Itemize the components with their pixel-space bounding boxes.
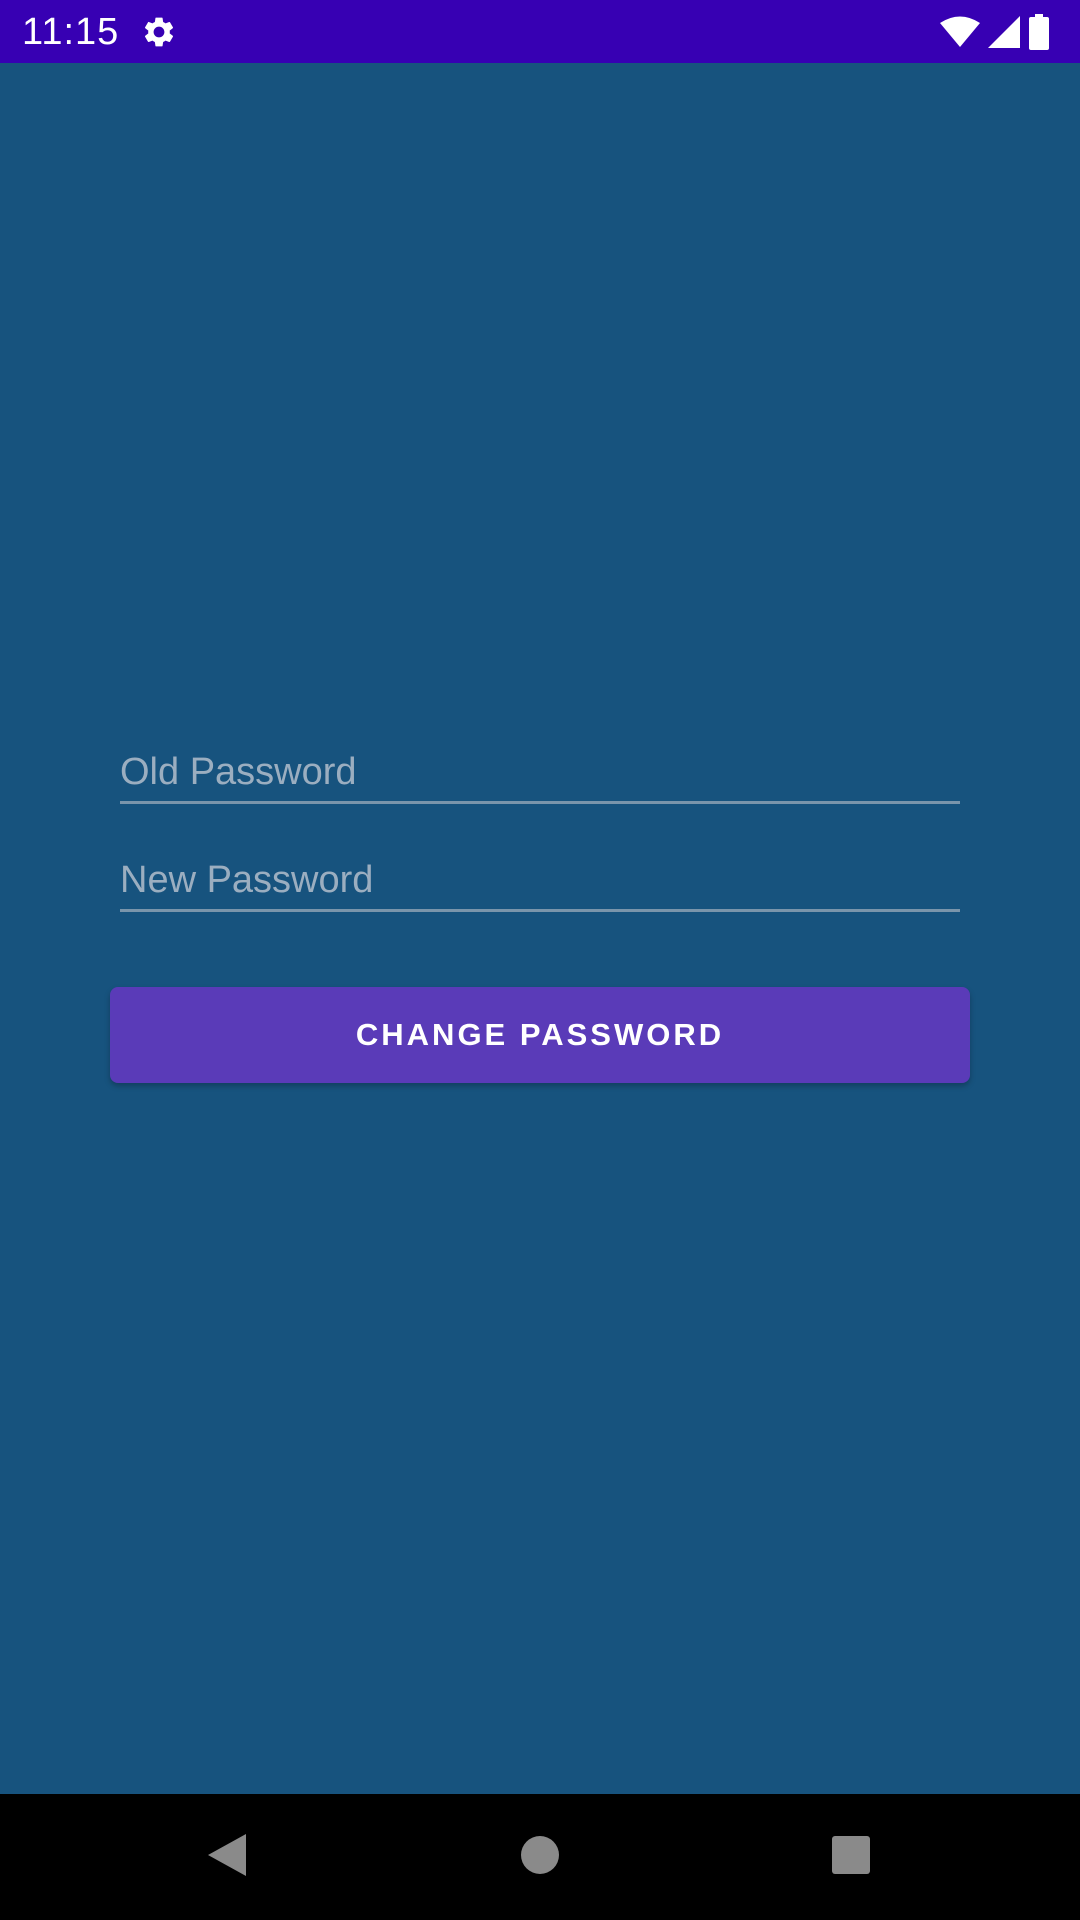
back-icon [206,1832,248,1883]
home-button[interactable] [470,1794,610,1920]
recents-icon [831,1835,871,1880]
home-icon [520,1835,560,1880]
old-password-input[interactable] [120,744,960,801]
status-time: 11:15 [22,11,120,53]
signal-icon [988,16,1020,48]
new-password-field-container [120,852,960,912]
status-icons [940,13,1050,51]
wifi-icon [940,16,980,48]
change-password-button[interactable]: CHANGE PASSWORD [110,987,970,1083]
recents-button[interactable] [781,1794,921,1920]
back-button[interactable] [157,1794,297,1920]
old-password-field-container [120,744,960,804]
new-password-input[interactable] [120,852,960,909]
status-bar: 11:15 [0,0,1080,63]
navigation-bar [0,1794,1080,1920]
battery-icon [1028,14,1050,50]
gear-icon [141,14,177,50]
